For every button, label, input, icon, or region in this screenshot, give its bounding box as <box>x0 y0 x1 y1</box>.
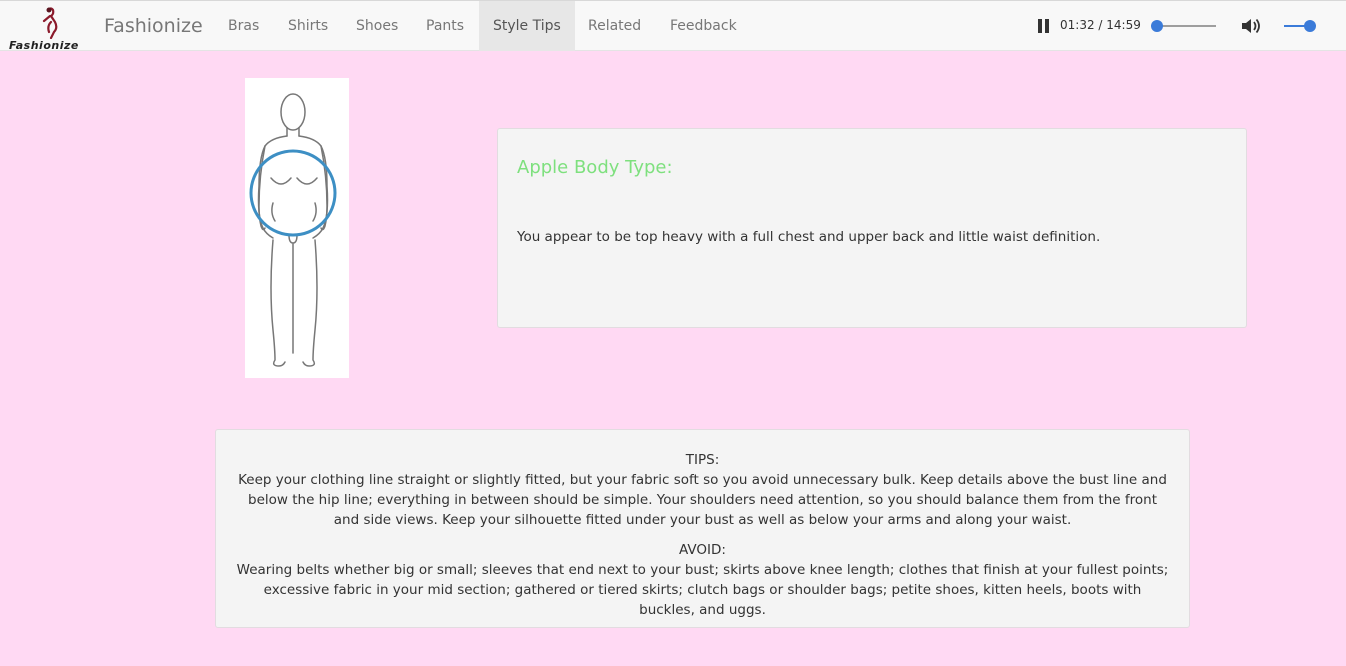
nav-item-related[interactable]: Related <box>574 1 655 51</box>
pause-icon[interactable] <box>1038 19 1050 33</box>
body-silhouette-icon <box>249 93 337 367</box>
nav-item-shoes[interactable]: Shoes <box>342 1 412 51</box>
tips-heading: TIPS: <box>685 452 720 468</box>
seek-handle[interactable] <box>1151 20 1163 32</box>
playback-time: 01:32 / 14:59 <box>1060 18 1141 32</box>
midsection-highlight-circle <box>249 149 337 237</box>
fashionize-logo[interactable]: Fashionize <box>6 5 96 52</box>
audio-player: 01:32 / 14:59 <box>1030 1 1330 51</box>
seek-bar[interactable] <box>1154 25 1216 27</box>
top-navbar: Fashionize Fashionize Bras Shirts Shoes … <box>0 0 1346 52</box>
nav-item-style-tips[interactable]: Style Tips <box>479 1 575 51</box>
nav-item-feedback[interactable]: Feedback <box>656 1 751 51</box>
nav-item-bras[interactable]: Bras <box>214 1 273 51</box>
body-type-description: You appear to be top heavy with a full c… <box>517 229 1101 245</box>
logo-text: Fashionize <box>9 39 79 52</box>
avoid-text: Wearing belts whether big or small; slee… <box>236 562 1169 618</box>
logo-figure-icon <box>42 7 58 39</box>
body-type-title: Apple Body Type: <box>517 157 673 178</box>
nav-item-pants[interactable]: Pants <box>412 1 478 51</box>
tips-text: Keep your clothing line straight or slig… <box>238 472 1167 528</box>
volume-handle[interactable] <box>1304 20 1316 32</box>
nav-item-shirts[interactable]: Shirts <box>274 1 342 51</box>
avoid-heading: AVOID: <box>679 542 726 558</box>
body-type-panel: Apple Body Type: You appear to be top he… <box>497 128 1247 328</box>
volume-icon[interactable] <box>1240 15 1262 37</box>
apple-body-figure <box>245 78 349 378</box>
brand-name[interactable]: Fashionize <box>104 15 203 37</box>
tips-panel: TIPS: Keep your clothing line straight o… <box>215 429 1190 628</box>
